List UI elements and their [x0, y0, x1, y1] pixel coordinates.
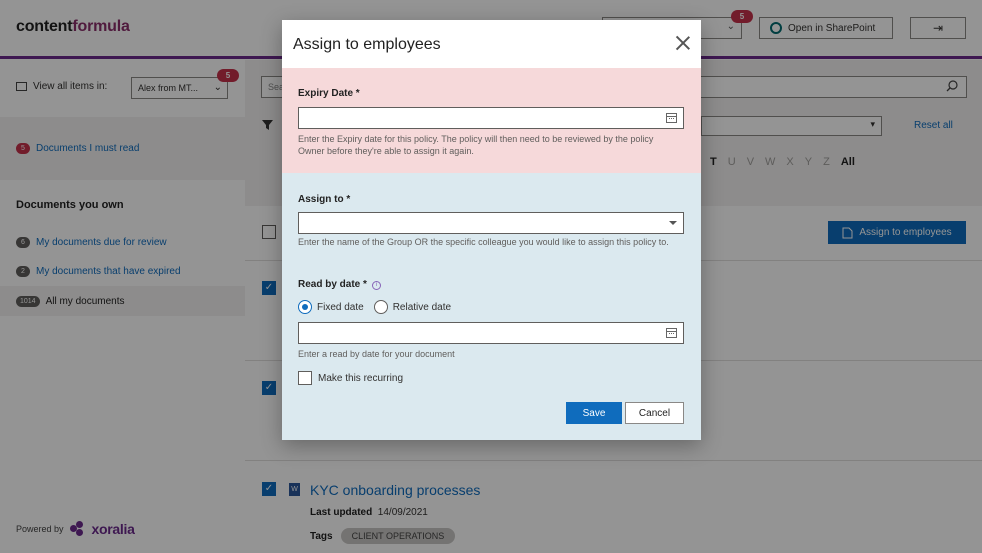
info-icon[interactable]: i [371, 281, 381, 290]
assign-to-label: Assign to * [298, 194, 351, 205]
cancel-button[interactable]: Cancel [625, 402, 684, 424]
close-icon[interactable] [675, 35, 691, 51]
recurring-label: Make this recurring [318, 372, 404, 384]
read-by-help-text: Enter a read by date for your document [298, 349, 455, 359]
expiry-date-field[interactable] [298, 107, 684, 129]
assign-to-dropdown[interactable] [298, 212, 684, 234]
calendar-icon[interactable] [666, 328, 677, 338]
fixed-date-label: Fixed date [317, 301, 364, 313]
dialog-title: Assign to employees [293, 36, 441, 53]
expiry-date-label: Expiry Date * [298, 88, 360, 99]
expiry-help-text: Enter the Expiry date for this policy. T… [298, 134, 654, 156]
relative-date-radio[interactable] [373, 300, 388, 314]
calendar-icon[interactable] [666, 113, 677, 123]
read-by-label: Read by date * [298, 279, 367, 290]
expiry-section: Expiry Date * Enter the Expiry date for … [282, 68, 701, 173]
recurring-checkbox[interactable] [298, 371, 312, 385]
relative-date-label: Relative date [392, 301, 452, 313]
assign-dialog: Assign to employees Expiry Date * Enter … [282, 20, 701, 440]
dialog-header: Assign to employees [282, 20, 701, 68]
read-by-label-row: Read by date * i [298, 279, 381, 290]
read-by-date-field[interactable] [298, 322, 684, 344]
chevron-down-icon [669, 221, 677, 225]
fixed-date-radio[interactable] [298, 300, 312, 314]
recurring-row: Make this recurring [298, 371, 403, 385]
save-button[interactable]: Save [566, 402, 622, 424]
assign-help-text: Enter the name of the Group OR the speci… [298, 237, 669, 247]
read-by-radio-group: Fixed date Relative date [298, 300, 451, 314]
